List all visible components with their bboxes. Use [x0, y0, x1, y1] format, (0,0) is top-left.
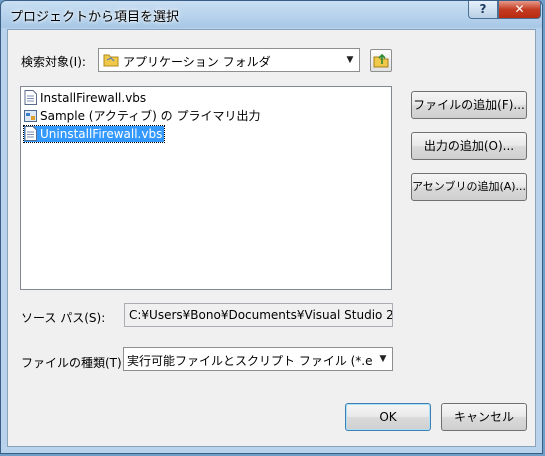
close-button[interactable]: ✕	[498, 1, 541, 19]
add-output-button[interactable]: 出力の追加(O)...	[411, 132, 527, 160]
up-folder-button[interactable]	[370, 49, 392, 72]
help-button[interactable]: ?	[468, 1, 498, 19]
look-in-label: 検索対象(I):	[21, 55, 86, 69]
file-listbox[interactable]: InstallFirewall.vbs Sample (アクティブ) の プライ…	[20, 86, 392, 290]
project-output-icon	[24, 110, 37, 122]
look-in-value: アプリケーション フォルダ	[123, 55, 271, 69]
file-type-combobox[interactable]: 実行可能ファイルとスクリプト ファイル (*.e ▼	[123, 347, 393, 371]
dialog-client-area: 検索対象(I): アプリケーション フォルダ ▼ InstallFirewall…	[7, 29, 536, 447]
window-title: プロジェクトから項目を選択	[10, 10, 180, 25]
dialog-window: プロジェクトから項目を選択 ? ✕ 検索対象(I): アプリケーション フォルダ…	[0, 0, 543, 454]
source-path-value: C:¥Users¥Bono¥Documents¥Visual Studio 20	[129, 308, 393, 322]
ok-button[interactable]: OK	[345, 403, 431, 431]
add-file-button[interactable]: ファイルの追加(F)...	[411, 91, 527, 119]
vbs-script-icon	[24, 90, 37, 105]
list-item-label: InstallFirewall.vbs	[40, 91, 147, 105]
list-item[interactable]: InstallFirewall.vbs	[24, 90, 148, 106]
look-in-combobox[interactable]: アプリケーション フォルダ ▼	[98, 48, 360, 72]
list-item[interactable]: Sample (アクティブ) の プライマリ出力	[24, 108, 262, 124]
list-item-selected[interactable]: UninstallFirewall.vbs	[22, 125, 166, 143]
file-type-label: ファイルの種類(T):	[21, 356, 126, 370]
chevron-down-icon[interactable]: ▼	[374, 348, 392, 370]
chevron-down-icon[interactable]: ▼	[341, 49, 359, 71]
cancel-button[interactable]: キャンセル	[441, 403, 527, 431]
folder-icon	[103, 53, 119, 70]
add-assembly-button[interactable]: アセンブリの追加(A)...	[411, 173, 527, 201]
folder-up-icon	[373, 53, 389, 71]
title-bar[interactable]: プロジェクトから項目を選択 ? ✕	[1, 1, 542, 28]
file-type-value: 実行可能ファイルとスクリプト ファイル (*.e	[127, 354, 373, 368]
source-path-label: ソース パス(S):	[21, 311, 106, 325]
vbs-script-icon	[24, 126, 37, 141]
list-item-label: UninstallFirewall.vbs	[40, 127, 163, 141]
list-item-label: Sample (アクティブ) の プライマリ出力	[40, 109, 261, 123]
source-path-field[interactable]: C:¥Users¥Bono¥Documents¥Visual Studio 20	[124, 303, 393, 327]
